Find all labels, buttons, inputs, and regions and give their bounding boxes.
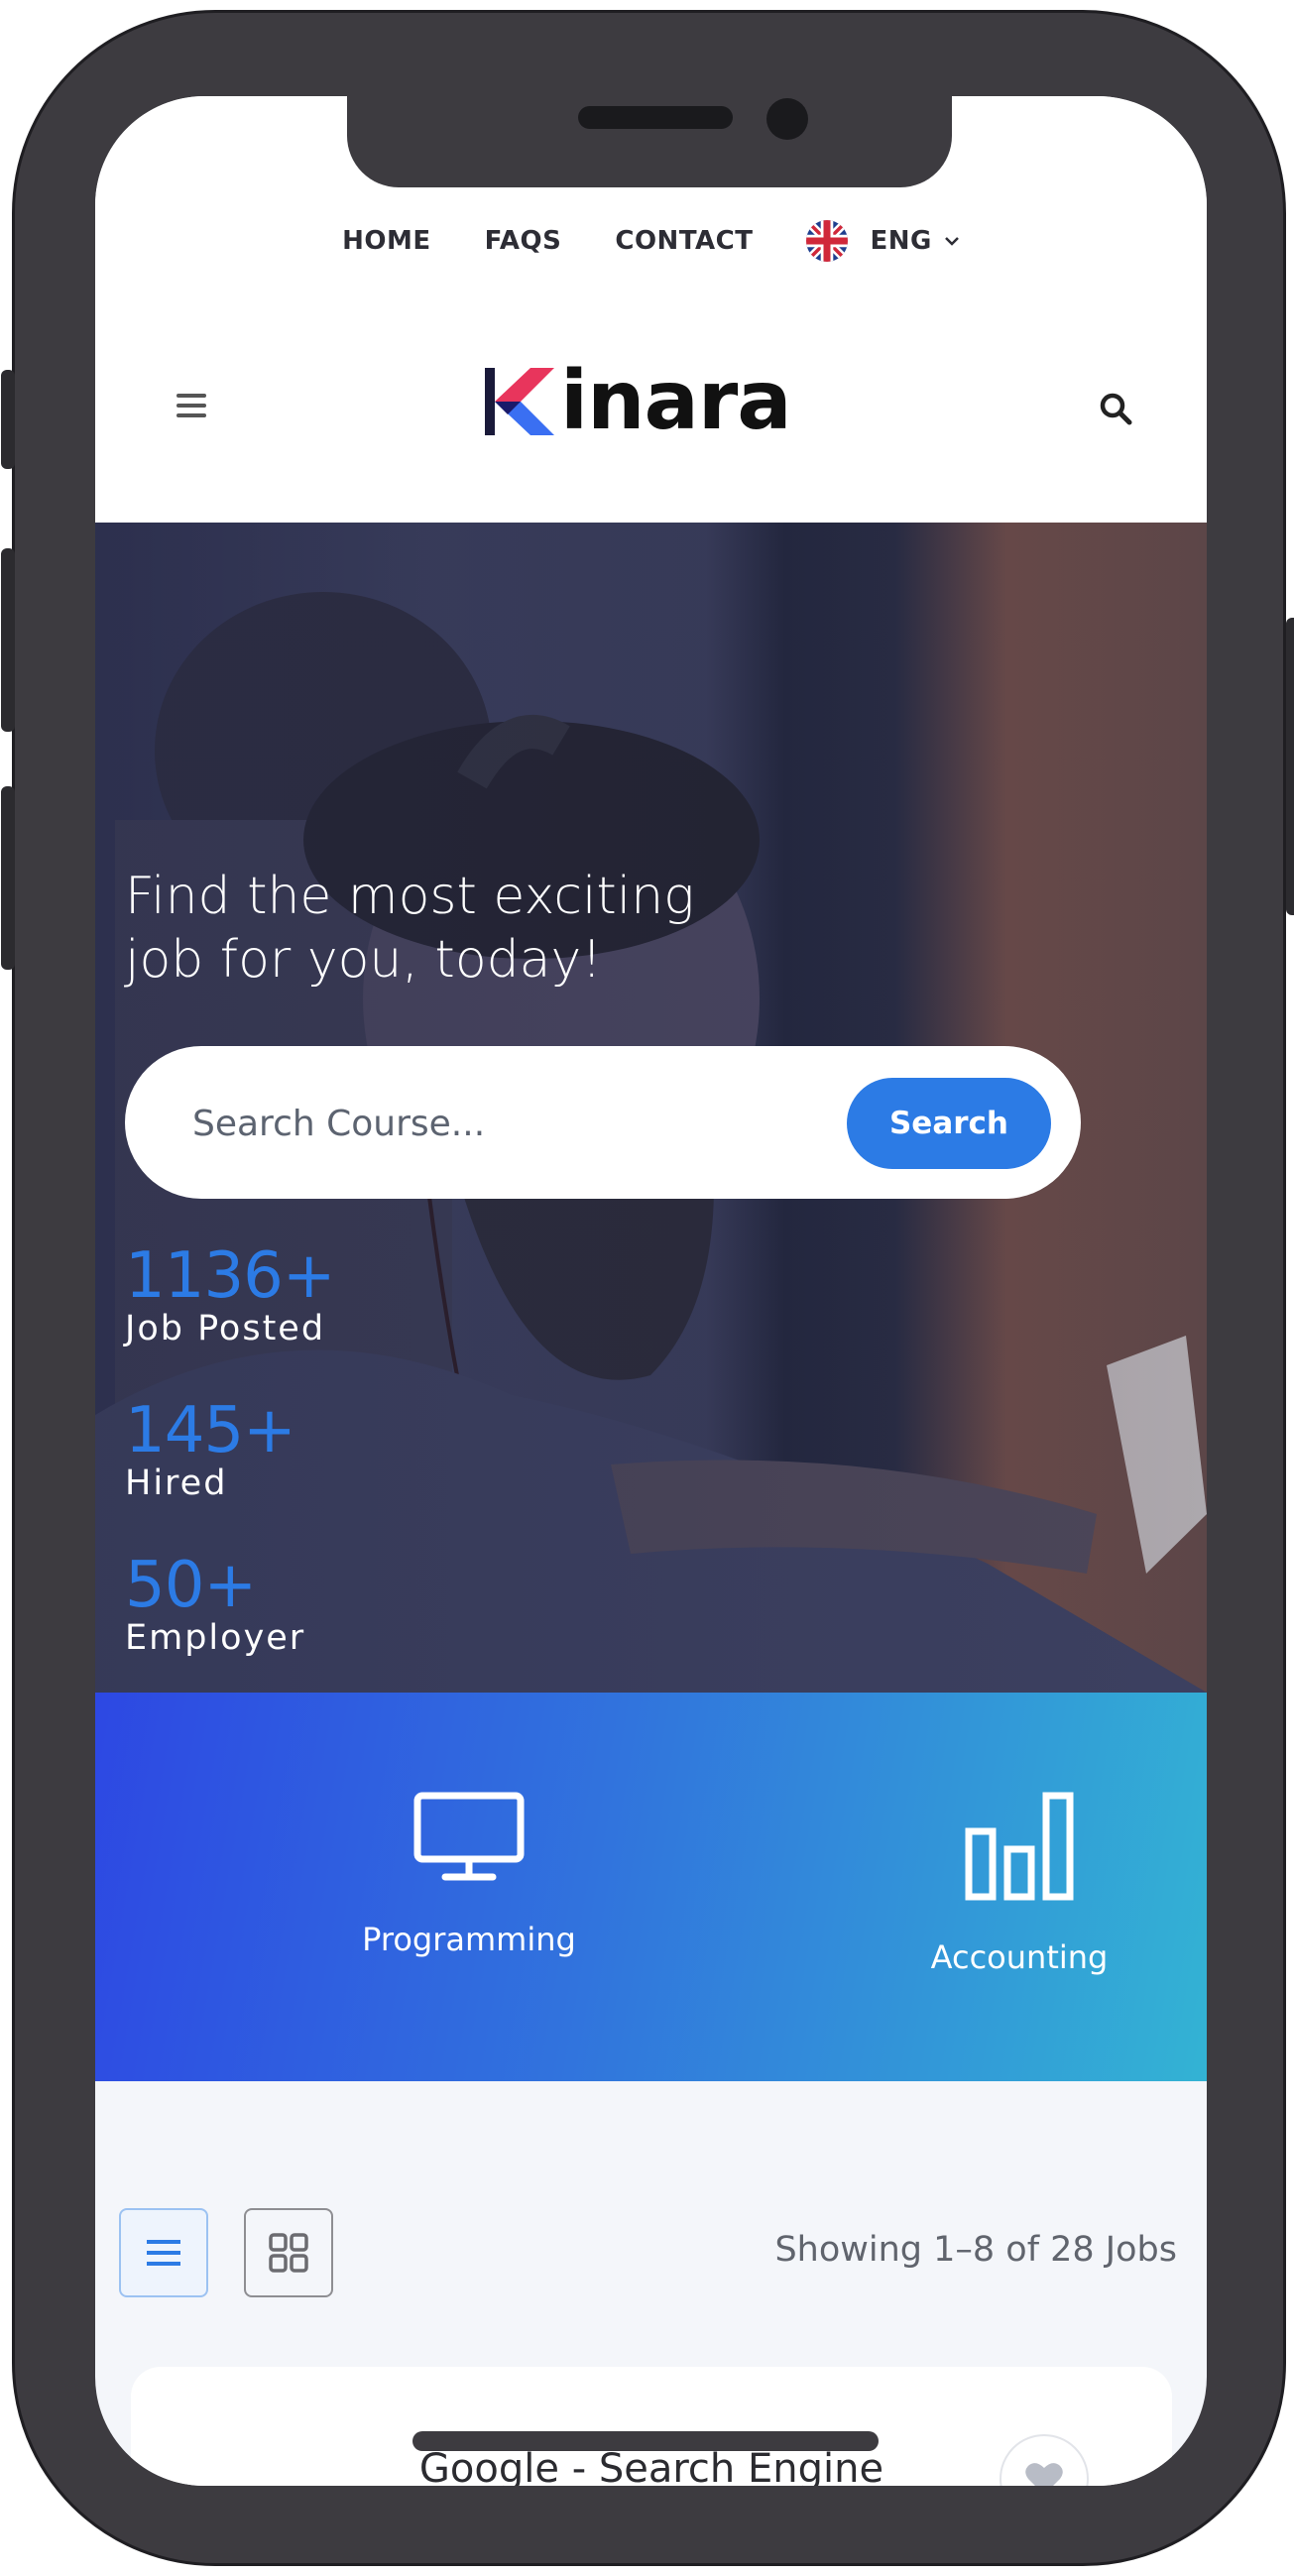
volume-down-button: [1, 786, 15, 970]
category-label: Accounting: [930, 1938, 1109, 1976]
stat-label: Job Posted: [125, 1309, 326, 1348]
grid-icon: [269, 2233, 308, 2273]
nav-faqs-link[interactable]: FAQS: [485, 226, 562, 256]
hero-headline-line-1: Find the most exciting: [125, 867, 695, 926]
category-programming[interactable]: Programming: [281, 1792, 657, 1958]
stat-label: Employer: [125, 1618, 306, 1658]
home-indicator: [412, 2431, 879, 2451]
nav-contact-link[interactable]: CONTACT: [615, 226, 753, 256]
language-selector[interactable]: ENG: [806, 220, 959, 262]
grid-view-button[interactable]: [244, 2208, 333, 2297]
category-accounting[interactable]: Accounting: [831, 1792, 1207, 1976]
course-search-input[interactable]: [190, 1088, 809, 1159]
hero-headline-line-2: job for you, today!: [125, 930, 603, 990]
logo-text: inara: [560, 354, 792, 448]
speaker-grill: [578, 106, 733, 129]
front-camera: [766, 98, 808, 140]
stat-value: 50+: [125, 1549, 257, 1622]
job-card[interactable]: Google - Search Engine: [131, 2367, 1172, 2486]
nav-home-link[interactable]: HOME: [342, 226, 431, 256]
category-label: Programming: [362, 1921, 576, 1958]
bar-chart-icon: [965, 1792, 1074, 1901]
job-categories: Programming Accounting: [95, 1693, 1207, 2081]
volume-up-button: [1, 548, 15, 732]
heart-icon: [1025, 2463, 1063, 2486]
top-nav-links: HOME FAQS CONTACT ENG: [95, 220, 1207, 262]
notch: [347, 96, 952, 187]
hero-section: Find the most exciting job for you, toda…: [95, 523, 1207, 1693]
list-view-button[interactable]: [119, 2208, 208, 2297]
stat-value: 1136+: [125, 1239, 335, 1313]
phone-screen: HOME FAQS CONTACT ENG inara Find the mos…: [95, 96, 1207, 2486]
job-listing-toolbar: Showing 1–8 of 28 Jobs: [95, 2081, 1207, 2379]
menu-icon[interactable]: [176, 394, 206, 423]
power-button: [1286, 618, 1294, 915]
uk-flag-icon: [806, 220, 849, 262]
search-button[interactable]: Search: [847, 1078, 1051, 1169]
course-search-bar: Search: [125, 1046, 1081, 1199]
favorite-button[interactable]: [1000, 2434, 1089, 2486]
mute-switch: [1, 370, 15, 469]
monitor-icon: [413, 1792, 525, 1881]
search-icon[interactable]: [1099, 392, 1132, 425]
chevron-down-icon: [944, 237, 959, 246]
stat-value: 145+: [125, 1394, 296, 1467]
stat-jobs-posted: 1136+ Job Posted: [125, 1244, 335, 1349]
site-header: inara: [95, 294, 1207, 523]
stat-label: Hired: [125, 1464, 228, 1503]
logo-mark-icon: [485, 368, 554, 435]
hero-headline: Find the most exciting job for you, toda…: [125, 865, 760, 992]
stat-hired: 145+ Hired: [125, 1394, 296, 1504]
results-count: Showing 1–8 of 28 Jobs: [774, 2230, 1177, 2270]
list-icon: [147, 2240, 180, 2266]
language-label: ENG: [870, 226, 932, 256]
site-logo[interactable]: inara: [485, 354, 792, 448]
stat-employer: 50+ Employer: [125, 1554, 305, 1659]
